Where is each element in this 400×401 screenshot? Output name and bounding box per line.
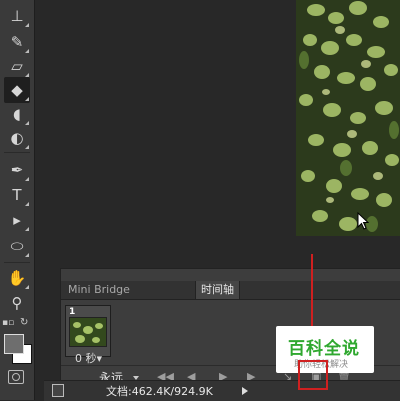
hand-tool-icon[interactable]: ✋: [4, 265, 30, 291]
zoom-tool-icon[interactable]: ⚲: [4, 290, 30, 316]
tab-timeline[interactable]: 时间轴: [195, 281, 240, 299]
panel-tabs: Mini Bridge 时间轴: [61, 281, 400, 300]
frame-thumbnail: [69, 317, 107, 347]
eraser-tool-icon[interactable]: ▱: [4, 53, 30, 79]
stamp-tool-icon[interactable]: ⊥: [4, 3, 30, 29]
dodge-tool-icon[interactable]: ◐: [4, 125, 30, 151]
succulent-photo[interactable]: [296, 0, 400, 236]
color-swatches: [2, 332, 32, 364]
frame-delay-select[interactable]: 0 秒▾: [75, 350, 102, 366]
status-menu-arrow-icon[interactable]: [242, 387, 248, 395]
document-size-info: 文档:462.4K/924.9K: [106, 385, 213, 398]
tab-mini-bridge[interactable]: Mini Bridge: [63, 281, 135, 299]
type-tool-icon[interactable]: T: [4, 182, 30, 208]
frame-number: 1: [69, 307, 76, 317]
foreground-color-swatch[interactable]: [4, 334, 24, 354]
path-selection-tool-icon[interactable]: ▸: [4, 207, 30, 233]
watermark-title: 百科全说: [288, 339, 360, 359]
annotation-highlight-box: [298, 360, 328, 390]
tool-divider: [4, 262, 30, 263]
tools-panel: ⊥ ✎ ▱ ◆ ◖ ◐ ✒ T ▸ ⬭ ✋ ⚲ ▪▫ ↻: [0, 0, 35, 400]
status-bar: 文档:462.4K/924.9K: [44, 380, 400, 401]
mouse-cursor-icon: [357, 212, 369, 230]
paint-bucket-tool-icon[interactable]: ◆: [4, 77, 30, 103]
history-brush-tool-icon[interactable]: ✎: [4, 29, 30, 55]
tool-divider: [4, 152, 30, 153]
swap-colors-icon[interactable]: ↻: [20, 317, 28, 328]
ellipse-tool-icon[interactable]: ⬭: [4, 233, 30, 259]
document-icon[interactable]: [52, 384, 64, 397]
annotation-line: [311, 254, 313, 330]
blur-tool-icon[interactable]: ◖: [4, 101, 30, 127]
default-colors-icon[interactable]: ▪▫: [2, 318, 14, 328]
quick-mask-icon[interactable]: [8, 370, 24, 384]
pen-tool-icon[interactable]: ✒: [4, 157, 30, 183]
